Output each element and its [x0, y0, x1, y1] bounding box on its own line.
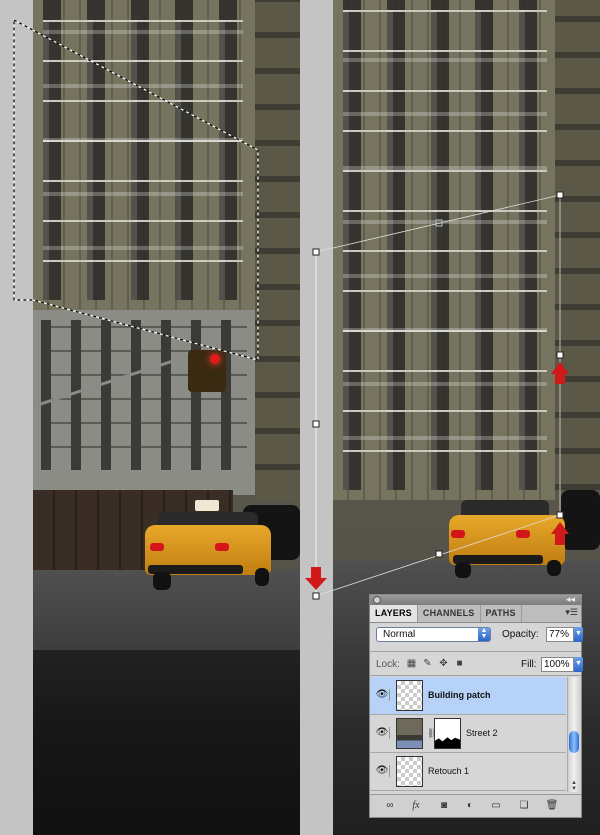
- arrow-up-icon: [551, 522, 569, 545]
- layer-name: Street 2: [466, 728, 498, 738]
- layer-mask-thumbnail[interactable]: [434, 718, 461, 749]
- eye-icon[interactable]: 👁: [375, 765, 390, 777]
- layer-thumbnail: [396, 756, 423, 787]
- layers-scrollbar[interactable]: ▲ ▼: [567, 677, 580, 792]
- panel-bottom-bar: ∞ fx ◙ ◐ ▭ ❏ 🗑: [370, 794, 581, 817]
- lock-position-icon[interactable]: ✥: [438, 658, 449, 669]
- arrow-down-icon: [305, 567, 327, 590]
- opacity-dropdown-icon[interactable]: ▼: [574, 627, 583, 642]
- opacity-label: Opacity:: [502, 629, 539, 640]
- collapse-icon[interactable]: ◂◂: [566, 594, 575, 605]
- layer-row[interactable]: 👁 ⛓ Street 2: [370, 715, 566, 753]
- layer-row[interactable]: 👁 Building patch: [370, 677, 566, 715]
- arrow-up-icon: [551, 362, 569, 384]
- fill-dropdown-icon[interactable]: ▼: [574, 657, 583, 672]
- add-mask-icon[interactable]: ◙: [436, 799, 452, 812]
- transform-handles[interactable]: [312, 191, 564, 600]
- opacity-field[interactable]: 77%: [546, 627, 574, 642]
- trash-icon[interactable]: 🗑: [544, 799, 560, 812]
- link-layers-icon[interactable]: ∞: [382, 799, 398, 812]
- lock-all-icon[interactable]: ■: [454, 658, 465, 669]
- new-layer-icon[interactable]: ❏: [516, 799, 532, 812]
- fill-field[interactable]: 100%: [541, 657, 574, 672]
- new-group-icon[interactable]: ▭: [488, 799, 504, 812]
- panel-menu-icon[interactable]: ▾☰: [565, 607, 578, 618]
- blend-mode-value: Normal: [383, 629, 416, 640]
- tab-channels[interactable]: CHANNELS: [418, 605, 481, 622]
- panel-close-button[interactable]: [373, 596, 381, 604]
- layers-panel: ◂◂ LAYERS CHANNELS PATHS ▾☰ Normal ▲ ▼ Op…: [369, 594, 583, 818]
- tab-layers[interactable]: LAYERS: [370, 605, 418, 622]
- panel-titlebar: ◂◂: [370, 594, 581, 605]
- eye-icon[interactable]: 👁: [375, 689, 390, 701]
- layer-name: Retouch 1: [428, 766, 470, 776]
- layer-thumbnail: [396, 680, 423, 711]
- lock-label: Lock:: [376, 659, 400, 670]
- fill-label: Fill:: [521, 659, 537, 670]
- lock-row: Lock: ▦ ✎ ✥ ■ Fill: 100% ▼: [376, 657, 583, 673]
- blend-row: Normal ▲ ▼ Opacity: 77% ▼: [376, 627, 583, 644]
- eye-icon[interactable]: 👁: [375, 727, 390, 739]
- scroll-arrows-icon[interactable]: ▲ ▼: [568, 780, 580, 792]
- lock-transparency-icon[interactable]: ▦: [406, 658, 417, 669]
- adjustment-layer-icon[interactable]: ◐: [462, 799, 478, 812]
- tab-paths[interactable]: PATHS: [481, 605, 522, 622]
- layer-name: Building patch: [428, 690, 491, 700]
- layer-list: 👁 Building patch 👁 ⛓ Street 2 👁 Retouch …: [370, 677, 566, 792]
- blend-mode-select[interactable]: Normal ▲ ▼: [376, 627, 491, 642]
- updown-arrows-icon: ▲ ▼: [478, 627, 490, 641]
- selection-marquee[interactable]: [13, 19, 259, 361]
- scroll-thumb[interactable]: [569, 731, 579, 753]
- layer-row[interactable]: 👁 Retouch 1: [370, 753, 566, 791]
- fx-icon[interactable]: fx: [408, 799, 424, 812]
- panel-tabs: LAYERS CHANNELS PATHS ▾☰: [370, 605, 581, 623]
- transform-bounds[interactable]: [315, 194, 561, 597]
- lock-pixels-icon[interactable]: ✎: [422, 658, 433, 669]
- layer-thumbnail: [396, 718, 423, 749]
